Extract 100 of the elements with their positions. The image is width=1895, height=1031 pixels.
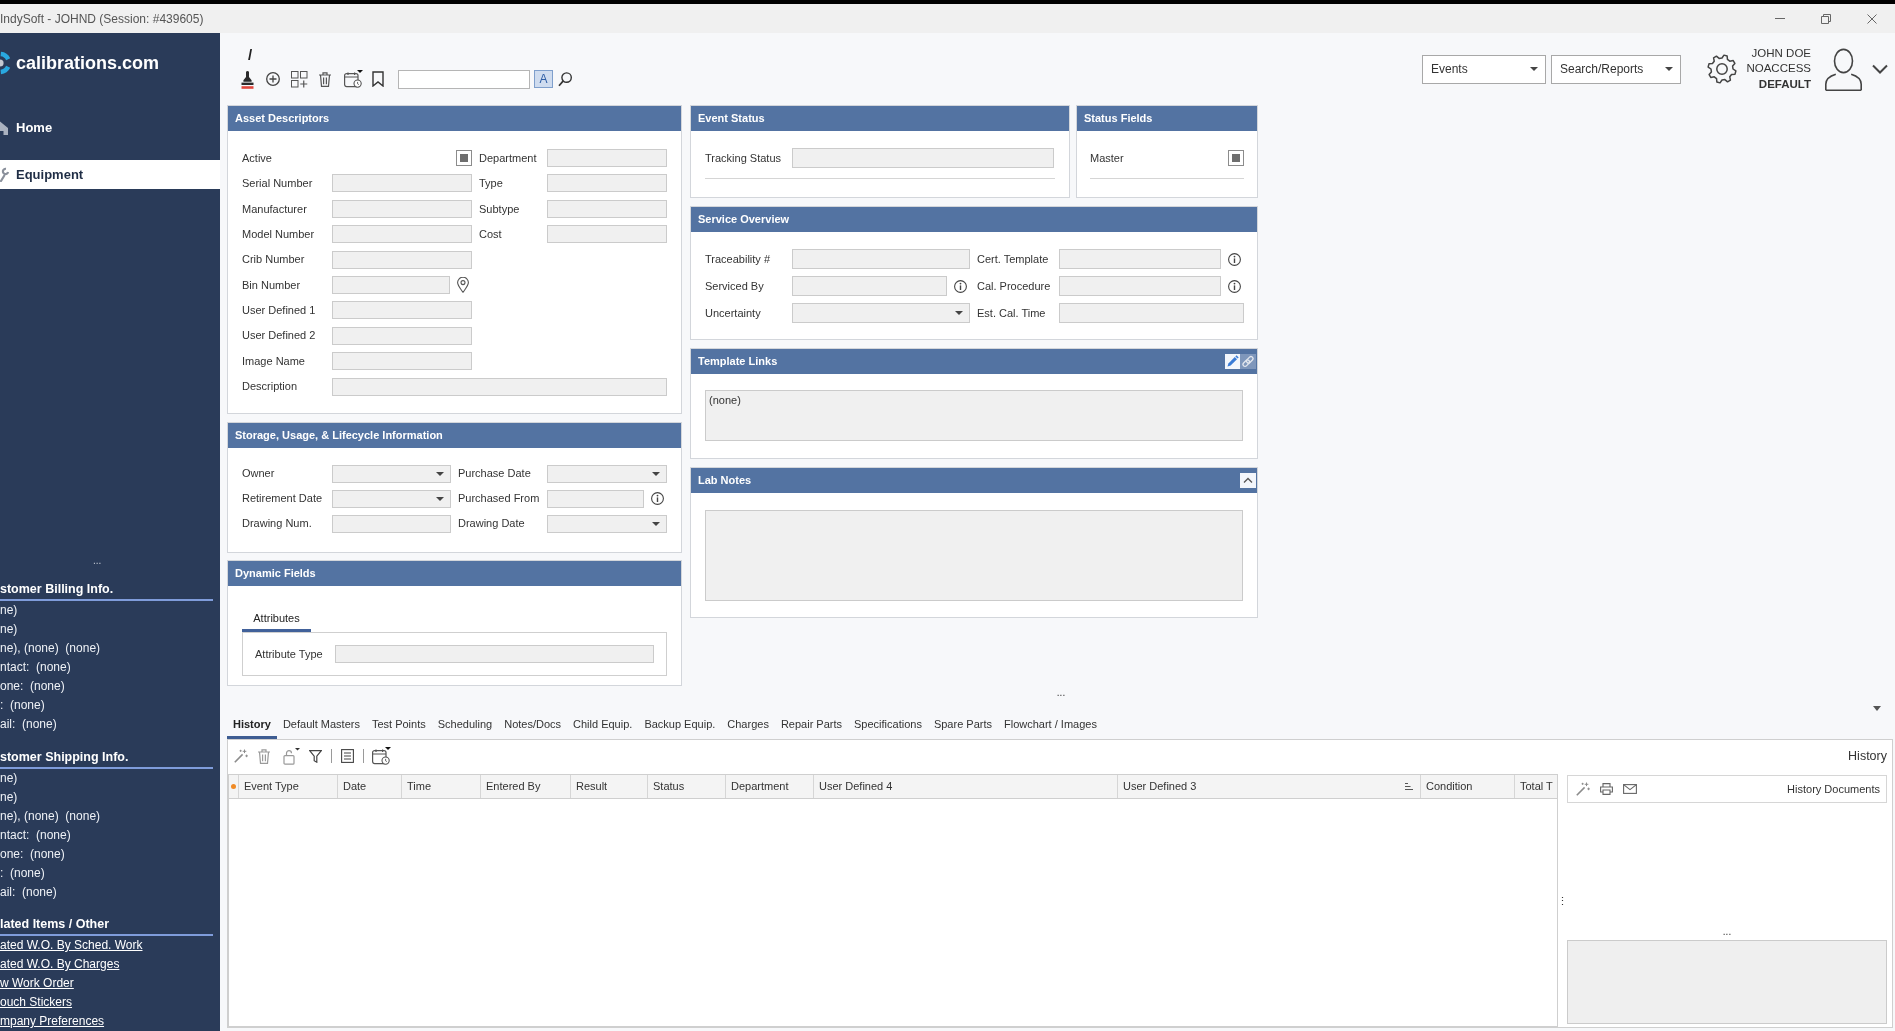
text-field[interactable]	[332, 301, 472, 320]
column-header[interactable]: Status	[648, 775, 726, 798]
caret-icon[interactable]	[1665, 67, 1673, 71]
case-toggle-button[interactable]: A	[534, 70, 553, 88]
text-field[interactable]	[335, 645, 654, 663]
link-icon[interactable]	[1240, 354, 1256, 369]
user-avatar-icon[interactable]	[1825, 47, 1862, 91]
column-header[interactable]: Date	[338, 775, 402, 798]
splitter-handle[interactable]: ...	[1722, 927, 1732, 937]
info-icon[interactable]	[651, 492, 664, 505]
stamp-icon[interactable]	[241, 69, 254, 89]
chevron-up-icon[interactable]	[1240, 473, 1256, 488]
tab[interactable]: Specifications	[848, 713, 928, 739]
nav-item[interactable]: Equipment	[0, 160, 220, 189]
text-field[interactable]	[332, 225, 472, 244]
info-icon[interactable]	[1228, 279, 1241, 293]
text-field[interactable]	[332, 352, 472, 371]
caret-icon[interactable]	[652, 471, 660, 476]
text-field[interactable]	[792, 249, 970, 269]
splitter-handle[interactable]: ⋮	[1557, 894, 1568, 907]
checkbox[interactable]	[1228, 150, 1244, 166]
settings-icon[interactable]	[1707, 54, 1737, 84]
caret-icon[interactable]	[436, 496, 444, 501]
text-field[interactable]	[332, 514, 451, 533]
search-icon[interactable]	[558, 71, 572, 87]
sidebar-link[interactable]: w Work Order	[0, 974, 74, 993]
text-field[interactable]	[1059, 249, 1221, 269]
tab[interactable]: Child Equip.	[567, 713, 639, 739]
caret-icon[interactable]	[955, 311, 963, 315]
search-field[interactable]	[398, 69, 530, 89]
pencil-icon[interactable]	[1225, 354, 1240, 369]
text-field[interactable]	[792, 148, 1054, 168]
chevron-down-icon[interactable]	[1872, 64, 1888, 74]
column-header[interactable]: Event Type	[239, 775, 338, 798]
tab[interactable]: Default Masters	[276, 713, 366, 739]
sort-icon[interactable]	[1405, 783, 1413, 790]
add-icon[interactable]	[266, 72, 280, 86]
info-icon[interactable]	[1228, 252, 1241, 266]
text-field[interactable]	[332, 199, 472, 218]
tab[interactable]: Backup Equip.	[638, 713, 722, 739]
printer-icon[interactable]	[1600, 783, 1613, 795]
magic-wand-icon[interactable]	[1576, 782, 1590, 796]
column-header[interactable]: Entered By	[481, 775, 571, 798]
sidebar-link[interactable]: ouch Stickers	[0, 993, 73, 1012]
lock-icon[interactable]	[283, 747, 300, 765]
bookmark-icon[interactable]	[372, 71, 384, 87]
dropdown-field[interactable]	[547, 464, 667, 483]
column-header[interactable]: Condition	[1421, 775, 1515, 798]
caret-icon[interactable]	[652, 521, 660, 526]
text-field[interactable]	[332, 377, 667, 396]
column-header[interactable]: User Defined 3	[1118, 775, 1421, 798]
calendar-icon[interactable]	[372, 747, 391, 765]
text-field[interactable]	[547, 489, 644, 508]
caret-icon[interactable]	[436, 471, 444, 476]
grid-add-icon[interactable]	[291, 70, 308, 88]
column-header[interactable]: User Defined 4	[814, 775, 1118, 798]
caret-icon[interactable]	[1873, 706, 1881, 711]
info-icon[interactable]	[954, 279, 967, 293]
text-field[interactable]	[332, 326, 472, 345]
sidebar-link[interactable]: ated W.O. By Sched. Work	[0, 936, 143, 955]
column-header[interactable]: Total T	[1515, 775, 1559, 798]
tab[interactable]: Flowchart / Images	[998, 713, 1103, 739]
tab[interactable]: Attributes	[242, 608, 311, 632]
magic-wand-icon[interactable]	[234, 749, 248, 763]
tab[interactable]: Notes/Docs	[498, 713, 568, 739]
list-icon[interactable]	[341, 749, 354, 763]
menu-dropdown[interactable]: Search/Reports	[1551, 54, 1681, 84]
text-field[interactable]	[547, 149, 667, 167]
sidebar-link[interactable]: ated W.O. By Charges	[0, 955, 120, 974]
filter-icon[interactable]	[309, 749, 322, 763]
text-field[interactable]	[332, 275, 450, 294]
tab[interactable]: Scheduling	[431, 713, 499, 739]
calendar-icon[interactable]	[344, 70, 363, 88]
text-field[interactable]	[547, 174, 667, 193]
column-header[interactable]: Department	[726, 775, 814, 798]
checkbox[interactable]	[456, 150, 472, 166]
nav-item[interactable]: Home	[0, 113, 220, 143]
mail-icon[interactable]	[1623, 784, 1637, 794]
restore-icon[interactable]	[1821, 13, 1831, 24]
splitter-handle[interactable]: ...	[1056, 688, 1066, 698]
close-icon[interactable]	[1867, 13, 1877, 24]
tab[interactable]: Test Points	[365, 713, 432, 739]
more-indicator[interactable]: ...	[93, 555, 102, 566]
trash-icon[interactable]	[319, 71, 331, 87]
caret-icon[interactable]	[1530, 67, 1538, 71]
dropdown-field[interactable]	[547, 514, 667, 533]
column-header[interactable]: Result	[571, 775, 648, 798]
column-header[interactable]: Time	[402, 775, 481, 798]
dropdown-field[interactable]	[332, 489, 451, 508]
dropdown-field[interactable]	[332, 464, 451, 483]
tab[interactable]: Spare Parts	[927, 713, 998, 739]
text-field[interactable]	[547, 199, 667, 218]
text-field[interactable]	[332, 174, 472, 193]
text-field[interactable]	[792, 276, 947, 296]
text-area[interactable]: (none)	[705, 390, 1243, 441]
sidebar-link[interactable]: mpany Preferences	[0, 1012, 105, 1031]
tab[interactable]: Charges	[721, 713, 775, 739]
location-pin-icon[interactable]	[457, 276, 469, 293]
tab[interactable]: Repair Parts	[774, 713, 849, 739]
text-field[interactable]	[1059, 276, 1221, 296]
